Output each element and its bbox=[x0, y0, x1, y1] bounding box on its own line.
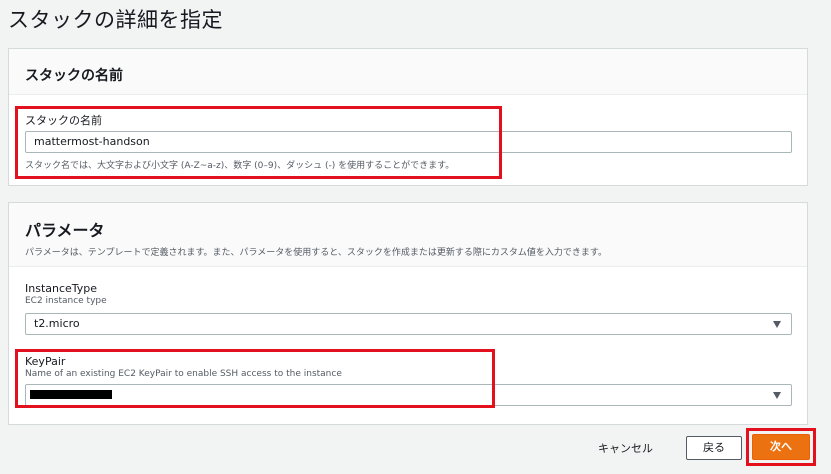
stack-name-label: スタックの名前 bbox=[25, 114, 102, 127]
instance-type-description: EC2 instance type bbox=[25, 296, 107, 306]
back-button[interactable]: 戻る bbox=[686, 436, 742, 460]
stack-name-panel-header: スタックの名前 bbox=[9, 49, 807, 95]
stack-name-hint: スタック名では、大文字および小文字 (A-Z~a-z)、数字 (0–9)、ダッシ… bbox=[25, 161, 455, 171]
stack-name-input[interactable]: mattermost-handson bbox=[25, 131, 792, 153]
stack-name-panel-title: スタックの名前 bbox=[25, 68, 123, 84]
instance-type-select[interactable]: t2.micro bbox=[25, 313, 792, 335]
cancel-button[interactable]: キャンセル bbox=[598, 438, 653, 460]
key-pair-select[interactable] bbox=[25, 384, 792, 406]
key-pair-label: KeyPair bbox=[25, 355, 66, 368]
redacted-value bbox=[30, 390, 112, 399]
key-pair-description: Name of an existing EC2 KeyPair to enabl… bbox=[25, 369, 342, 379]
chevron-down-icon bbox=[773, 392, 781, 399]
instance-type-label: InstanceType bbox=[25, 282, 98, 295]
parameters-panel-description: パラメータは、テンプレートで定義されます。また、パラメータを使用すると、スタック… bbox=[25, 248, 608, 258]
page-title: スタックの詳細を指定 bbox=[8, 8, 223, 32]
instance-type-selected-value: t2.micro bbox=[34, 317, 80, 330]
parameters-panel-header: パラメータ パラメータは、テンプレートで定義されます。また、パラメータを使用する… bbox=[9, 203, 807, 267]
chevron-down-icon bbox=[773, 321, 781, 328]
parameters-panel: パラメータ パラメータは、テンプレートで定義されます。また、パラメータを使用する… bbox=[8, 202, 808, 425]
next-button[interactable]: 次へ bbox=[752, 434, 810, 460]
parameters-panel-title: パラメータ bbox=[25, 221, 105, 240]
stack-name-panel: スタックの名前 スタックの名前 mattermost-handson スタック名… bbox=[8, 48, 808, 186]
